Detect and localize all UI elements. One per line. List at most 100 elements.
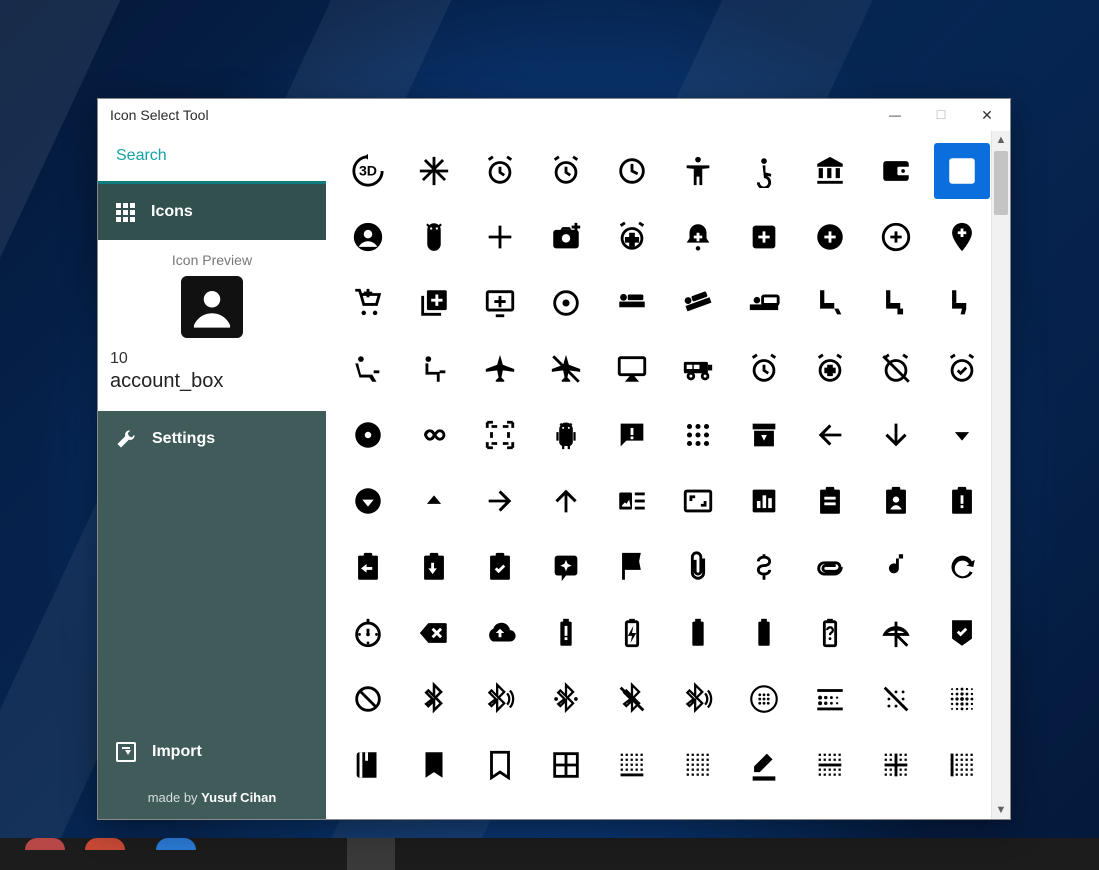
icon-attachment[interactable] <box>802 539 858 595</box>
nav-icons[interactable]: Icons <box>98 184 326 240</box>
icon-accessibility[interactable] <box>670 143 726 199</box>
icon-bluetooth_audio[interactable] <box>472 671 528 727</box>
icon-announcement[interactable] <box>604 407 660 463</box>
icon-add_circle_outline[interactable] <box>868 209 924 265</box>
close-button[interactable]: ✕ <box>964 99 1010 131</box>
icon-backspace[interactable] <box>406 605 462 661</box>
icon-arrow_drop_down_circle[interactable] <box>340 473 396 529</box>
icon-access_alarm[interactable] <box>472 143 528 199</box>
icon-add[interactable] <box>472 209 528 265</box>
icon-aspect_ratio[interactable] <box>670 473 726 529</box>
icon-assignment_late[interactable] <box>934 473 990 529</box>
icon-border_inner[interactable] <box>868 737 924 793</box>
icon-airplay[interactable] <box>604 341 660 397</box>
icon-add_alert[interactable] <box>670 209 726 265</box>
taskbar-app-2[interactable] <box>85 838 125 850</box>
icon-airline_seat_legroom_extra[interactable] <box>802 275 858 331</box>
icon-airplanemode_active[interactable] <box>472 341 528 397</box>
icon-border_all[interactable] <box>538 737 594 793</box>
icon-arrow_drop_up[interactable] <box>406 473 462 529</box>
icon-alarm_add[interactable] <box>802 341 858 397</box>
icon-assignment[interactable] <box>802 473 858 529</box>
icon-airline_seat_legroom_normal[interactable] <box>868 275 924 331</box>
icon-add_a_photo[interactable] <box>538 209 594 265</box>
titlebar[interactable]: Icon Select Tool — ☐ ✕ <box>98 99 1010 131</box>
icon-assessment[interactable] <box>736 473 792 529</box>
icon-battery_alert[interactable] <box>538 605 594 661</box>
icon-bluetooth_searching[interactable] <box>670 671 726 727</box>
icon-add_to_queue[interactable] <box>472 275 528 331</box>
taskbar-app-1[interactable] <box>25 838 65 850</box>
scrollbar[interactable]: ▲ ▼ <box>991 131 1010 819</box>
icon-access_time[interactable] <box>604 143 660 199</box>
icon-airline_seat_individual_suite[interactable] <box>736 275 792 331</box>
icon-airline_seat_recline_normal[interactable] <box>406 341 462 397</box>
icon-add_alarm[interactable] <box>604 209 660 265</box>
icon-battery_full[interactable] <box>670 605 726 661</box>
icon-bookmark_border[interactable] <box>472 737 528 793</box>
icon-apps[interactable] <box>670 407 726 463</box>
icon-all_inclusive[interactable] <box>406 407 462 463</box>
taskbar-app-3[interactable] <box>156 838 196 850</box>
icon-account_balance[interactable] <box>802 143 858 199</box>
icon-account_box[interactable] <box>934 143 990 199</box>
icon-beach_access[interactable] <box>868 605 924 661</box>
nav-settings[interactable]: Settings <box>98 411 326 467</box>
icon-attach_file[interactable] <box>670 539 726 595</box>
icon-airline_seat_flat_angled[interactable] <box>670 275 726 331</box>
nav-import[interactable]: Import <box>98 724 326 780</box>
icon-arrow_forward[interactable] <box>472 473 528 529</box>
icon-border_bottom[interactable] <box>604 737 660 793</box>
icon-add_box[interactable] <box>736 209 792 265</box>
scroll-up[interactable]: ▲ <box>992 131 1010 149</box>
icon-battery_charging_full[interactable] <box>604 605 660 661</box>
icon-ac_unit[interactable] <box>406 143 462 199</box>
icon-av_timer[interactable] <box>340 605 396 661</box>
taskbar-current-app[interactable] <box>347 838 395 870</box>
icon-autorenew[interactable] <box>934 539 990 595</box>
icon-add_shopping_cart[interactable] <box>340 275 396 331</box>
icon-bluetooth_disabled[interactable] <box>604 671 660 727</box>
icon-battery_unknown[interactable] <box>802 605 858 661</box>
icon-alarm[interactable] <box>736 341 792 397</box>
icon-arrow_downward[interactable] <box>868 407 924 463</box>
icon-assistant_photo[interactable] <box>604 539 660 595</box>
icon-airplanemode_inactive[interactable] <box>538 341 594 397</box>
icon-assignment_return[interactable] <box>340 539 396 595</box>
icon-airport_shuttle[interactable] <box>670 341 726 397</box>
icon-art_track[interactable] <box>604 473 660 529</box>
icon-border_horizontal[interactable] <box>802 737 858 793</box>
search-input[interactable]: Search <box>98 131 326 184</box>
icon-airline_seat_flat[interactable] <box>604 275 660 331</box>
icon-blur_on[interactable] <box>934 671 990 727</box>
icon-book[interactable] <box>340 737 396 793</box>
icon-backup[interactable] <box>472 605 528 661</box>
icon-blur_linear[interactable] <box>802 671 858 727</box>
icon-access_alarms[interactable] <box>538 143 594 199</box>
icon-android[interactable] <box>538 407 594 463</box>
icon-bluetooth_connected[interactable] <box>538 671 594 727</box>
scroll-down[interactable]: ▼ <box>992 801 1010 819</box>
icon-border_color[interactable] <box>736 737 792 793</box>
icon-assignment_ind[interactable] <box>868 473 924 529</box>
icon-3d_rotation[interactable]: 3D <box>340 143 396 199</box>
maximize-button[interactable]: ☐ <box>918 99 964 131</box>
icon-account_balance_wallet[interactable] <box>868 143 924 199</box>
icon-blur_circular[interactable] <box>736 671 792 727</box>
icon-archive[interactable] <box>736 407 792 463</box>
icon-blur_off[interactable] <box>868 671 924 727</box>
scroll-thumb[interactable] <box>994 151 1008 215</box>
icon-border_clear[interactable] <box>670 737 726 793</box>
icon-alarm_off[interactable] <box>868 341 924 397</box>
icon-battery_std[interactable] <box>736 605 792 661</box>
icon-album[interactable] <box>340 407 396 463</box>
minimize-button[interactable]: — <box>872 99 918 131</box>
icon-border_left[interactable] <box>934 737 990 793</box>
icon-bookmark[interactable] <box>406 737 462 793</box>
icon-assignment_returned[interactable] <box>406 539 462 595</box>
icon-alarm_on[interactable] <box>934 341 990 397</box>
icon-beenhere[interactable] <box>934 605 990 661</box>
icon-attach_money[interactable] <box>736 539 792 595</box>
icon-add_circle[interactable] <box>802 209 858 265</box>
icon-audiotrack[interactable] <box>868 539 924 595</box>
